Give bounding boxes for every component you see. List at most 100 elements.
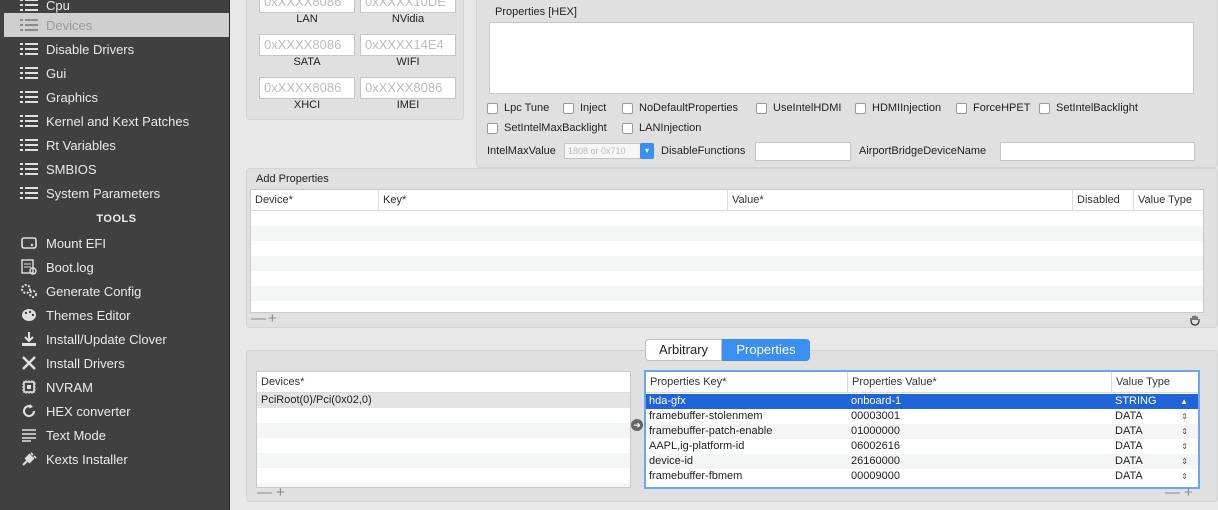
checkbox-box[interactable]: [1039, 102, 1050, 114]
sidebar-item-kernel-kext-patches[interactable]: Kernel and Kext Patches: [4, 109, 229, 133]
sata-input[interactable]: 0xXXXX8086: [259, 34, 355, 56]
refresh-icon: [18, 403, 40, 419]
hand-grab-icon[interactable]: [1189, 314, 1201, 326]
tool-nvram[interactable]: NVRAM: [4, 375, 229, 399]
column-header[interactable]: Disabled: [1073, 190, 1134, 210]
sidebar-item-gui[interactable]: Gui: [4, 61, 229, 85]
column-header[interactable]: Device*: [251, 190, 379, 210]
checkbox-box[interactable]: [487, 122, 498, 134]
tool-mount-efi[interactable]: Mount EFI: [4, 231, 229, 255]
property-value-cell: onboard-1: [851, 395, 902, 407]
empty-row: [257, 453, 630, 468]
list-icon: [18, 89, 40, 105]
empty-row: [251, 256, 1203, 271]
checkbox-lan-injection[interactable]: LANInjection: [622, 122, 701, 134]
sidebar-item-disable-drivers[interactable]: Disable Drivers: [4, 37, 229, 61]
checkbox-inject[interactable]: Inject: [563, 102, 606, 114]
airport-bridge-input[interactable]: [1000, 142, 1195, 161]
table-row[interactable]: hda-gfx onboard-1 STRING ▲: [646, 394, 1198, 409]
sidebar-item-devices[interactable]: Devices: [4, 13, 229, 37]
checkbox-box[interactable]: [622, 122, 633, 134]
table-row[interactable]: PciRoot(0)/Pci(0x02,0): [257, 393, 630, 408]
tool-generate-config[interactable]: Generate Config: [4, 279, 229, 303]
checkbox-hdmi-injection[interactable]: HDMIInjection: [855, 102, 941, 114]
updown-icon[interactable]: ⇕: [1181, 409, 1188, 424]
wifi-input[interactable]: 0xXXXX14E4: [360, 34, 456, 56]
checkbox-box[interactable]: [563, 102, 574, 114]
remove-device-button[interactable]: —: [257, 484, 272, 501]
tab-properties[interactable]: Properties: [722, 339, 810, 361]
tool-themes-editor[interactable]: Themes Editor: [4, 303, 229, 327]
checkbox-use-intel-hdmi[interactable]: UseIntelHDMI: [756, 102, 841, 114]
tool-install-update-clover[interactable]: Install/Update Clover: [4, 327, 229, 351]
add-device-button[interactable]: +: [276, 484, 285, 501]
updown-icon[interactable]: ⇕: [1181, 469, 1188, 484]
device-ids-panel: 0xXXXX8086 LAN 0xXXXX10DE NVidia 0xXXXX8…: [246, 0, 464, 120]
property-type-cell: DATA: [1115, 440, 1143, 452]
add-row-button[interactable]: +: [268, 310, 277, 327]
column-header[interactable]: Value Type: [1112, 372, 1198, 392]
checkbox-box[interactable]: [487, 102, 498, 114]
property-value-cell: 00009000: [851, 470, 900, 482]
checkbox-label: UseIntelHDMI: [773, 102, 842, 114]
add-property-button[interactable]: +: [1184, 484, 1193, 501]
imei-input[interactable]: 0xXXXX8086: [360, 77, 456, 99]
table-row[interactable]: framebuffer-fbmem 00009000 DATA ⇕: [646, 469, 1198, 484]
tool-label: Generate Config: [46, 283, 142, 299]
sidebar-item-label: Rt Variables: [46, 137, 116, 153]
intel-max-value-label: IntelMaxValue: [487, 145, 556, 157]
header-divider: [646, 392, 1198, 393]
table-row[interactable]: framebuffer-stolenmem 00003001 DATA ⇕: [646, 409, 1198, 424]
column-header[interactable]: Key*: [379, 190, 728, 210]
tool-install-drivers[interactable]: Install Drivers: [4, 351, 229, 375]
tab-arbitrary[interactable]: Arbitrary: [645, 339, 722, 361]
tool-text-mode[interactable]: Text Mode: [4, 423, 229, 447]
checkbox-box[interactable]: [756, 102, 767, 114]
checkbox-force-hpet[interactable]: ForceHPET: [956, 102, 1030, 114]
sidebar-item-graphics[interactable]: Graphics: [4, 85, 229, 109]
properties-hex-textarea[interactable]: [489, 22, 1194, 94]
column-header[interactable]: Properties Value*: [848, 372, 1112, 392]
updown-icon[interactable]: ⇕: [1181, 454, 1188, 469]
updown-icon[interactable]: ▲: [1180, 394, 1188, 409]
column-header[interactable]: Devices*: [257, 372, 630, 392]
sidebar-item-smbios[interactable]: SMBIOS: [4, 157, 229, 181]
checkbox-set-intel-backlight[interactable]: SetIntelBacklight: [1039, 102, 1138, 114]
remove-property-button[interactable]: —: [1165, 484, 1180, 501]
table-row[interactable]: device-id 26160000 DATA ⇕: [646, 454, 1198, 469]
column-header[interactable]: Properties Key*: [646, 372, 848, 392]
disk-icon: [18, 235, 40, 251]
lan-input[interactable]: 0xXXXX8086: [259, 0, 355, 13]
table-row[interactable]: AAPL,ig-platform-id 06002616 DATA ⇕: [646, 439, 1198, 454]
updown-icon[interactable]: ⇕: [1181, 424, 1188, 439]
checkbox-set-intel-max-backlight[interactable]: SetIntelMaxBacklight: [487, 122, 607, 134]
header-divider: [251, 210, 1203, 211]
checkbox-box[interactable]: [622, 102, 633, 114]
disable-functions-input[interactable]: [755, 142, 851, 161]
remove-row-button[interactable]: —: [251, 310, 266, 327]
add-properties-table[interactable]: Device* Key* Value* Disabled Value Type: [250, 189, 1204, 313]
properties-table[interactable]: Properties Key* Properties Value* Value …: [644, 370, 1200, 489]
updown-icon[interactable]: ⇕: [1181, 439, 1188, 454]
column-header[interactable]: Value Type: [1134, 190, 1203, 210]
column-header[interactable]: Value*: [728, 190, 1073, 210]
sidebar-item-system-parameters[interactable]: System Parameters: [4, 181, 229, 205]
properties-hex-label: Properties [HEX]: [495, 6, 577, 18]
devices-table[interactable]: Devices* PciRoot(0)/Pci(0x02,0): [256, 371, 631, 488]
checkbox-lpc-tune[interactable]: Lpc Tune: [487, 102, 549, 114]
tool-kexts-installer[interactable]: Kexts Installer: [4, 447, 229, 471]
arrow-right-icon[interactable]: ➜: [631, 419, 643, 431]
list-icon: [18, 113, 40, 129]
checkbox-box[interactable]: [956, 102, 967, 114]
property-key-cell: framebuffer-fbmem: [649, 470, 743, 482]
checkbox-no-default-properties[interactable]: NoDefaultProperties: [622, 102, 738, 114]
checkbox-box[interactable]: [855, 102, 866, 114]
nvidia-input[interactable]: 0xXXXX10DE: [360, 0, 456, 13]
tool-hex-converter[interactable]: HEX converter: [4, 399, 229, 423]
chevron-down-icon[interactable]: ▾: [640, 143, 654, 159]
list-icon: [18, 65, 40, 81]
sidebar-item-rt-variables[interactable]: Rt Variables: [4, 133, 229, 157]
tool-boot-log[interactable]: Boot.log: [4, 255, 229, 279]
table-row[interactable]: framebuffer-patch-enable 01000000 DATA ⇕: [646, 424, 1198, 439]
xhci-input[interactable]: 0xXXXX8086: [259, 77, 355, 99]
